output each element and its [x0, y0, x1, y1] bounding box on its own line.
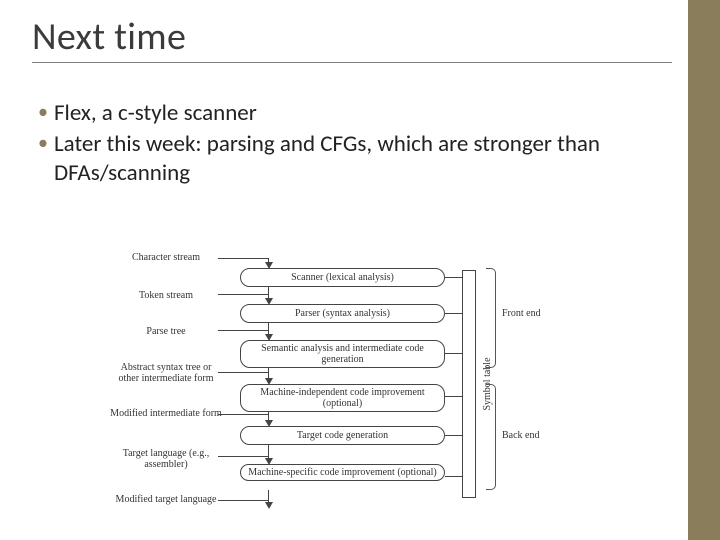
- pipeline-label: Parse tree: [110, 326, 222, 337]
- list-item: • Flex, a c-style scanner: [38, 99, 678, 128]
- connector: [218, 414, 268, 415]
- connector: [218, 294, 268, 295]
- slide-content: Next time • Flex, a c-style scanner • La…: [0, 0, 688, 540]
- connector: [218, 456, 268, 457]
- pipeline-stage: Parser (syntax analysis): [240, 304, 445, 323]
- connector: [218, 372, 268, 373]
- group-label: Front end: [502, 308, 562, 319]
- connector: [218, 500, 268, 501]
- pipeline-label: Modified intermediate form: [110, 408, 222, 419]
- connector: [218, 330, 268, 331]
- pipeline-stage: Machine-independent code improvement (op…: [240, 384, 445, 412]
- pipeline-stage: Target code generation: [240, 426, 445, 445]
- bullet-icon: •: [38, 130, 48, 156]
- connector: [445, 476, 462, 477]
- bullet-text: Later this week: parsing and CFGs, which…: [54, 130, 678, 188]
- brace-icon: [486, 268, 496, 368]
- pipeline-stage: Scanner (lexical analysis): [240, 268, 445, 287]
- connector: [445, 353, 462, 354]
- brace-icon: [486, 384, 496, 490]
- title-container: Next time: [32, 14, 672, 63]
- connector: [445, 313, 462, 314]
- connector: [445, 396, 462, 397]
- pipeline-stage: Machine-specific code improvement (optio…: [240, 464, 445, 481]
- bullet-text: Flex, a c-style scanner: [54, 99, 678, 128]
- slide-accent-bar: [688, 0, 720, 540]
- slide-title: Next time: [32, 14, 672, 60]
- pipeline-label: Character stream: [110, 252, 222, 263]
- group-label: Back end: [502, 430, 562, 441]
- pipeline-stage: Semantic analysis and intermediate code …: [240, 340, 445, 368]
- pipeline-label: Target language (e.g., assembler): [110, 448, 222, 470]
- list-item: • Later this week: parsing and CFGs, whi…: [38, 130, 678, 188]
- bullet-icon: •: [38, 99, 48, 125]
- compiler-pipeline-diagram: Character stream Token stream Parse tree…: [110, 252, 640, 532]
- pipeline-label: Abstract syntax tree or other intermedia…: [110, 362, 222, 384]
- pipeline-label: Token stream: [110, 290, 222, 301]
- pipeline-label: Modified target language: [110, 494, 222, 505]
- arrow-down-icon: [265, 502, 273, 509]
- bullet-list: • Flex, a c-style scanner • Later this w…: [38, 99, 678, 187]
- connector: [445, 435, 462, 436]
- connector: [445, 277, 462, 278]
- connector: [218, 258, 268, 259]
- symbol-table-box: Symbol table: [462, 270, 476, 498]
